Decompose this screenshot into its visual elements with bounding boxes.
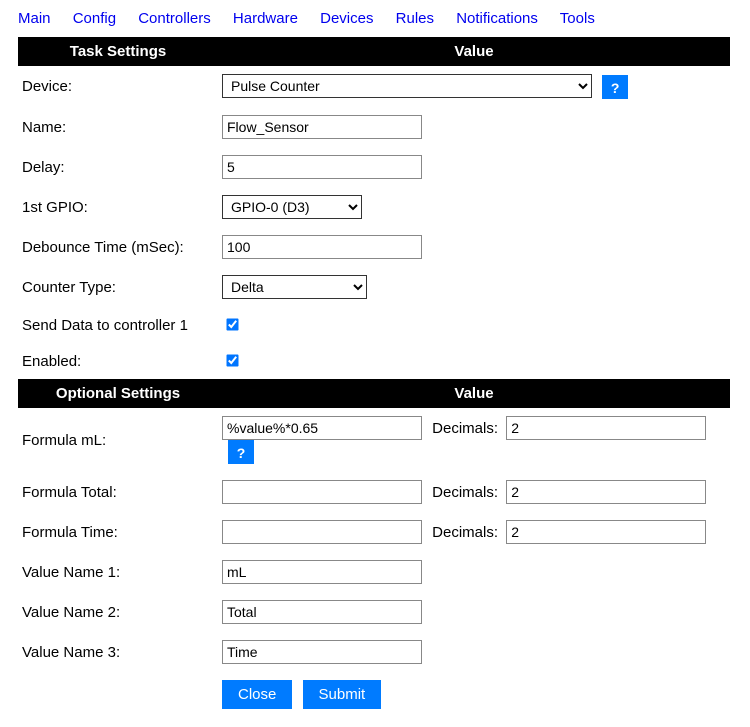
top-nav: Main Config Controllers Hardware Devices… [18, 10, 732, 27]
value-name-1-input[interactable] [222, 560, 422, 584]
label-value-name-1: Value Name 1: [18, 552, 218, 592]
formula-ml-input[interactable] [222, 416, 422, 440]
decimals-time-input[interactable] [506, 520, 706, 544]
delay-input[interactable] [222, 155, 422, 179]
label-formula-total: Formula Total: [18, 472, 218, 512]
label-formula-time: Formula Time: [18, 512, 218, 552]
value-name-3-input[interactable] [222, 640, 422, 664]
decimals-ml-input[interactable] [506, 416, 706, 440]
section-header-optional: Optional Settings Value [18, 379, 730, 408]
send-data-checkbox[interactable] [226, 318, 238, 330]
nav-hardware[interactable]: Hardware [233, 10, 298, 27]
label-counter-type: Counter Type: [18, 267, 218, 307]
value-name-2-input[interactable] [222, 600, 422, 624]
close-button[interactable]: Close [222, 680, 292, 709]
label-delay: Delay: [18, 147, 218, 187]
settings-table: Task Settings Value Device: Pulse Counte… [18, 37, 730, 717]
label-debounce: Debounce Time (mSec): [18, 227, 218, 267]
header-value-2: Value [218, 379, 730, 408]
label-decimals-total: Decimals: [432, 484, 498, 501]
label-enabled: Enabled: [18, 343, 218, 379]
submit-button[interactable]: Submit [303, 680, 382, 709]
device-select[interactable]: Pulse Counter [222, 74, 592, 98]
nav-notifications[interactable]: Notifications [456, 10, 538, 27]
header-value-1: Value [218, 37, 730, 66]
nav-devices[interactable]: Devices [320, 10, 373, 27]
label-decimals-ml: Decimals: [432, 420, 498, 437]
nav-main[interactable]: Main [18, 10, 51, 27]
label-formula-ml: Formula mL: [18, 408, 218, 472]
help-button-optional[interactable]: ? [228, 440, 254, 464]
enabled-checkbox[interactable] [226, 354, 238, 366]
section-header-task: Task Settings Value [18, 37, 730, 66]
name-input[interactable] [222, 115, 422, 139]
label-name: Name: [18, 107, 218, 147]
header-task-settings: Task Settings [18, 37, 218, 66]
nav-config[interactable]: Config [73, 10, 116, 27]
label-decimals-time: Decimals: [432, 524, 498, 541]
counter-type-select[interactable]: Delta [222, 275, 367, 299]
debounce-input[interactable] [222, 235, 422, 259]
formula-total-input[interactable] [222, 480, 422, 504]
nav-controllers[interactable]: Controllers [138, 10, 211, 27]
label-value-name-3: Value Name 3: [18, 632, 218, 672]
label-value-name-2: Value Name 2: [18, 592, 218, 632]
label-send-data: Send Data to controller 1 [18, 307, 218, 343]
formula-time-input[interactable] [222, 520, 422, 544]
gpio-select[interactable]: GPIO-0 (D3) [222, 195, 362, 219]
decimals-total-input[interactable] [506, 480, 706, 504]
help-button-device[interactable]: ? [602, 75, 628, 99]
nav-tools[interactable]: Tools [560, 10, 595, 27]
nav-rules[interactable]: Rules [396, 10, 434, 27]
label-device: Device: [18, 66, 218, 107]
header-optional-settings: Optional Settings [18, 379, 218, 408]
label-gpio: 1st GPIO: [18, 187, 218, 227]
